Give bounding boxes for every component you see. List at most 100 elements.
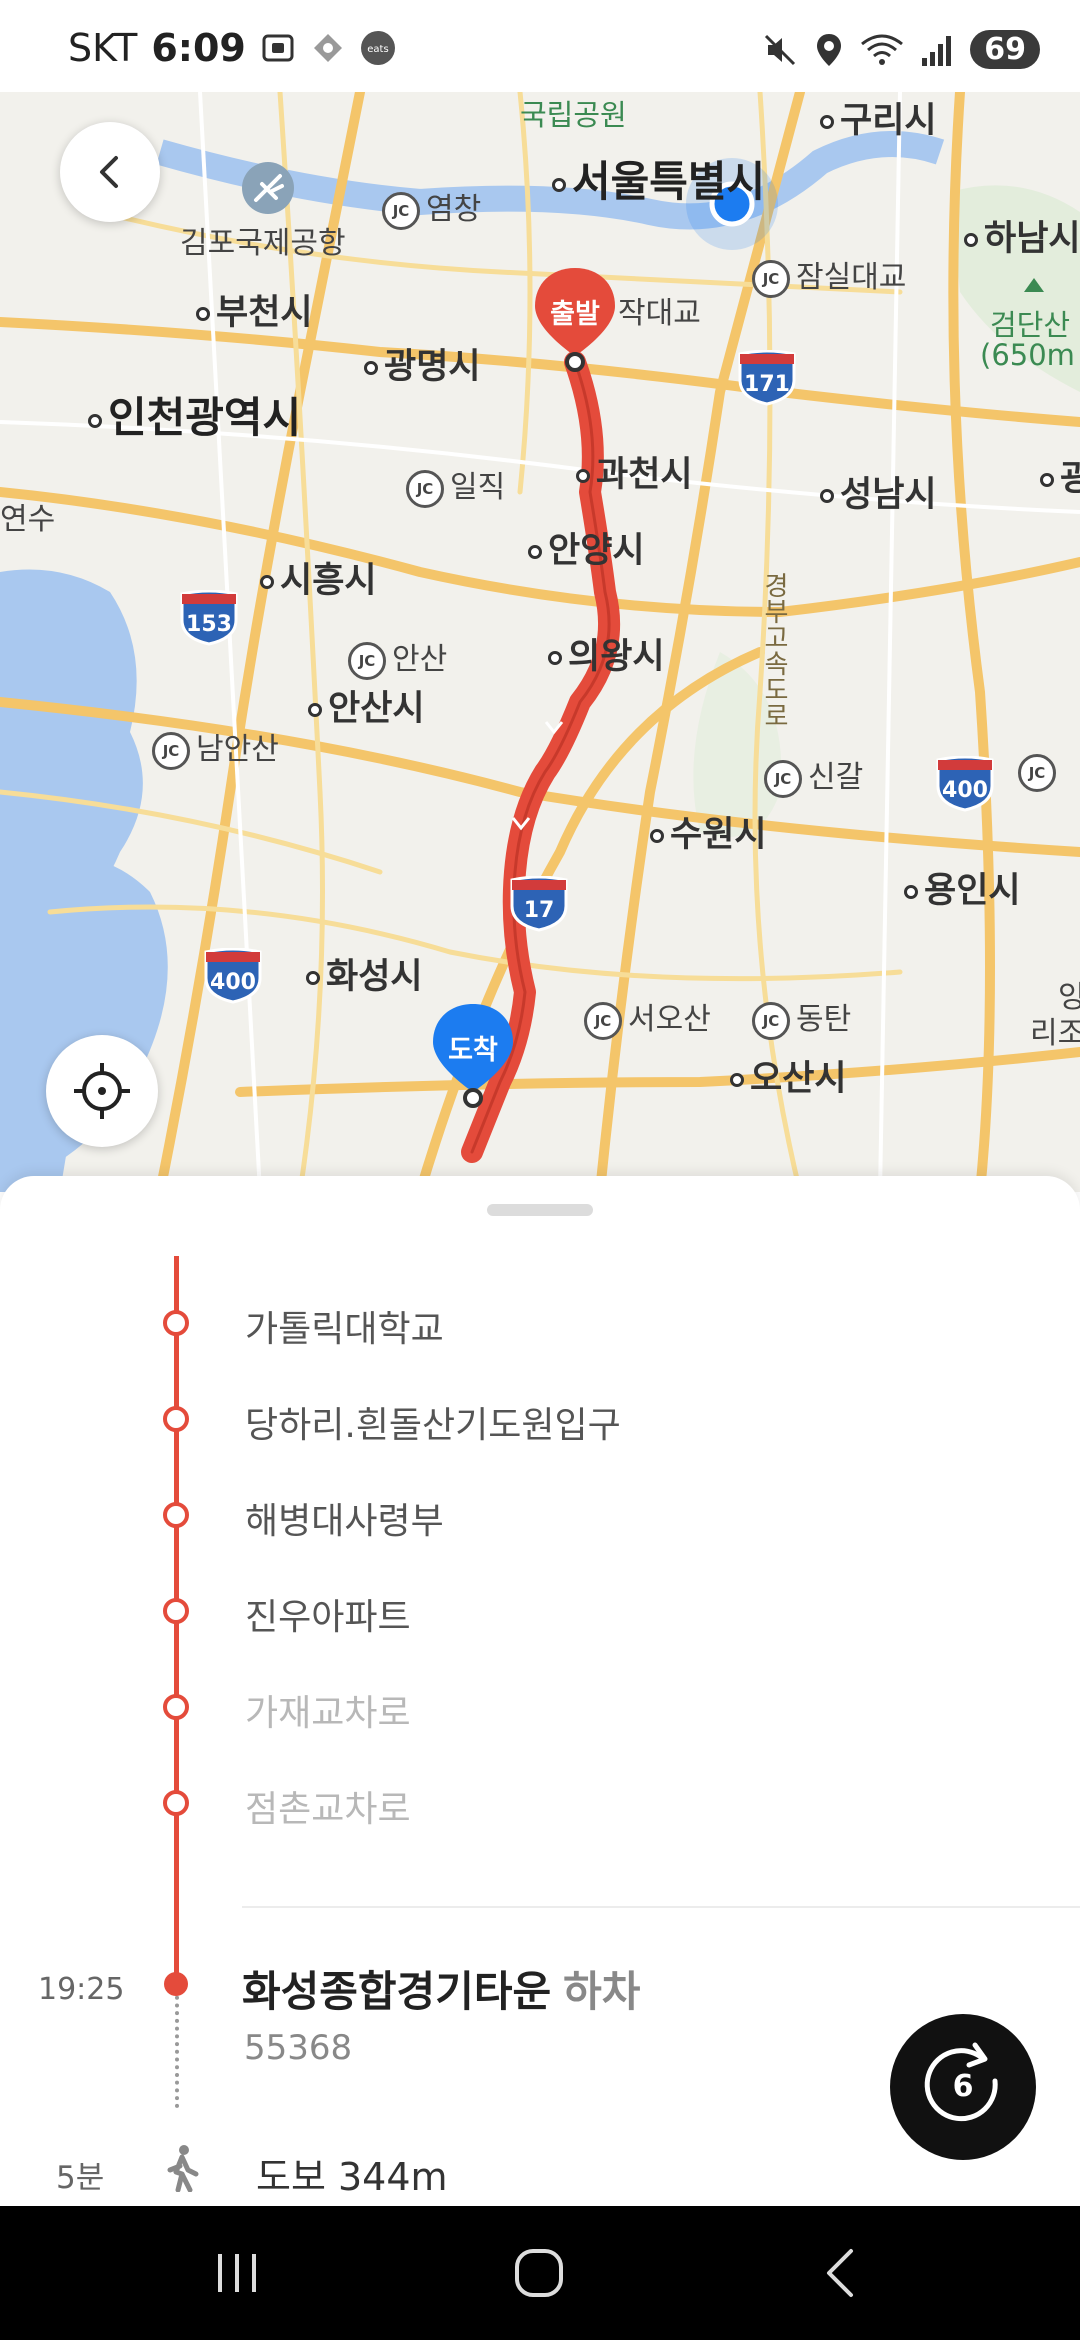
arrival-marker: [164, 1972, 188, 1996]
walking-person-icon: [167, 2145, 199, 2192]
stop-name: 해병대사령부: [245, 1501, 444, 1542]
map-label-seongnam: 성남시: [820, 466, 937, 517]
carrier-label: SKT: [68, 26, 138, 70]
crosshair-icon: [74, 1063, 130, 1119]
signal-icon: [922, 35, 952, 66]
arrival-stop-name: 화성종합경기타운: [242, 1967, 552, 2016]
map-canvas: [0, 92, 1080, 1192]
map-label-gwacheon: 과천시: [576, 446, 693, 497]
stop-name: 진우아파트: [245, 1597, 411, 1638]
app-notification-icon: [313, 34, 342, 62]
map-label-ansan-city: 안산시: [308, 680, 425, 731]
route-shield-400-west: 400: [202, 948, 264, 1004]
map-label-hwaseong: 화성시: [306, 948, 423, 999]
walk-timeline-line: [175, 1988, 179, 2108]
status-bar: SKT 6:09 eats 69: [0, 0, 1080, 92]
start-pin[interactable]: 출발: [532, 266, 618, 376]
back-button[interactable]: [60, 122, 160, 222]
stop-item[interactable]: 해병대사령부: [0, 1484, 1080, 1544]
route-shield-171: 171: [736, 350, 798, 406]
stop-item[interactable]: 가톨릭대학교: [0, 1292, 1080, 1352]
stop-item[interactable]: 당하리.흰돌산기도원입구: [0, 1388, 1080, 1448]
map-label-uiwang: 의왕시: [548, 628, 665, 679]
route-shield-17: 17: [508, 876, 570, 932]
battery-indicator: 69: [970, 30, 1040, 69]
end-pin-label: 도착: [448, 1035, 498, 1066]
map-label-dongjak-bridge: 작대교: [618, 296, 701, 331]
nav-back-button[interactable]: [796, 2238, 886, 2308]
refresh-count: 6: [952, 2069, 974, 2104]
map-label-siheung: 시흥시: [260, 552, 377, 603]
map-label-seosan: JC 서오산: [584, 994, 711, 1040]
coupang-eats-icon: eats: [360, 31, 395, 65]
map-label-yeonsu: 연수: [0, 502, 56, 537]
stop-name: 가톨릭대학교: [245, 1309, 444, 1350]
map-view[interactable]: 국립공원 구리시 서울특별시 하남시 김포국제공항 JC 염창 JC 잠실대교 검단…: [0, 92, 1080, 1192]
clock-time: 6:09: [151, 26, 246, 70]
map-label-expressway: 경부고속도로: [759, 572, 789, 728]
map-label-osan: 오산시: [730, 1050, 847, 1101]
stop-marker: [163, 1502, 189, 1528]
map-label-namansan: JC 남안산: [152, 724, 279, 770]
map-label-suwon: 수원시: [650, 806, 767, 857]
map-label-ansan-jc: JC 안산: [348, 634, 447, 680]
map-label-geomdan-height: (650m: [980, 338, 1075, 372]
system-nav-bar: [0, 2206, 1080, 2340]
stop-marker: [163, 1694, 189, 1720]
stop-item[interactable]: 점촌교차로: [0, 1772, 1080, 1832]
map-label-yongin: 용인시: [904, 862, 1021, 913]
map-label-gwang-partial: 광: [1040, 450, 1080, 501]
route-shield-400-east: 400: [934, 756, 996, 812]
map-label-gimpo-airport: 김포국제공항: [180, 226, 346, 261]
back-arrow-icon: [827, 2249, 853, 2297]
map-label-national-park: 국립공원: [520, 98, 627, 132]
map-label-iljik: JC 일직: [406, 462, 505, 508]
route-detail-sheet[interactable]: 가톨릭대학교 당하리.흰돌산기도원입구 해병대사령부 진우아파트 가재교차로 점…: [0, 1176, 1080, 2206]
wifi-icon: [861, 34, 904, 65]
screenshot-icon: [262, 34, 294, 62]
sheet-drag-handle[interactable]: [487, 1204, 593, 1216]
recent-apps-button[interactable]: [192, 2238, 282, 2308]
map-label-singal: JC 신갈: [764, 752, 863, 798]
arrival-stop-code: 55368: [244, 2028, 353, 2068]
walk-distance: 도보 344m: [256, 2155, 448, 2199]
divider: [242, 1906, 1080, 1908]
walk-duration: 5분: [56, 2160, 105, 2196]
svg-text:eats: eats: [367, 44, 388, 55]
stop-name: 당하리.흰돌산기도원입구: [245, 1405, 621, 1446]
map-label-bucheon: 부천시: [196, 284, 313, 335]
arrival-stop-suffix: 하차: [563, 1967, 641, 2016]
start-pin-label: 출발: [550, 299, 600, 330]
map-label-yeomchang: JC 염창: [382, 184, 481, 230]
map-label-jamsil-bridge: JC 잠실대교: [752, 252, 906, 298]
stop-marker: [163, 1310, 189, 1336]
map-label-seoul: 서울특별시: [552, 148, 765, 209]
chevron-left-icon: [100, 156, 118, 188]
refresh-button[interactable]: 6: [890, 2014, 1036, 2160]
map-label-jc-right: JC: [1018, 754, 1062, 792]
arrival-time: 19:25: [38, 1972, 125, 2007]
recent-apps-icon: [218, 2254, 256, 2292]
end-pin[interactable]: 도착: [430, 1002, 516, 1112]
map-label-gwangmyeong: 광명시: [364, 338, 481, 389]
map-label-anyang: 안양시: [528, 522, 645, 573]
map-label-hanam: 하남시: [964, 210, 1080, 261]
arrival-stop[interactable]: 화성종합경기타운 하차: [242, 1958, 640, 2019]
home-button[interactable]: [494, 2238, 584, 2308]
stop-name: 점촌교차로: [245, 1789, 411, 1830]
stop-marker: [163, 1598, 189, 1624]
route-shield-153: 153: [178, 590, 240, 646]
stop-item[interactable]: 가재교차로: [0, 1676, 1080, 1736]
stop-marker: [163, 1406, 189, 1432]
map-label-dongtan: JC 동탄: [752, 994, 851, 1040]
map-label-right-partial-2: 리조: [1030, 1016, 1080, 1051]
stop-item[interactable]: 진우아파트: [0, 1580, 1080, 1640]
map-label-guri: 구리시: [820, 92, 937, 143]
map-label-incheon: 인천광역시: [88, 384, 301, 445]
stop-name: 가재교차로: [245, 1693, 411, 1734]
stop-marker: [163, 1790, 189, 1816]
location-icon: [817, 33, 842, 66]
current-location-button[interactable]: [46, 1035, 158, 1147]
mute-icon: [765, 34, 796, 65]
home-icon: [515, 2249, 563, 2297]
